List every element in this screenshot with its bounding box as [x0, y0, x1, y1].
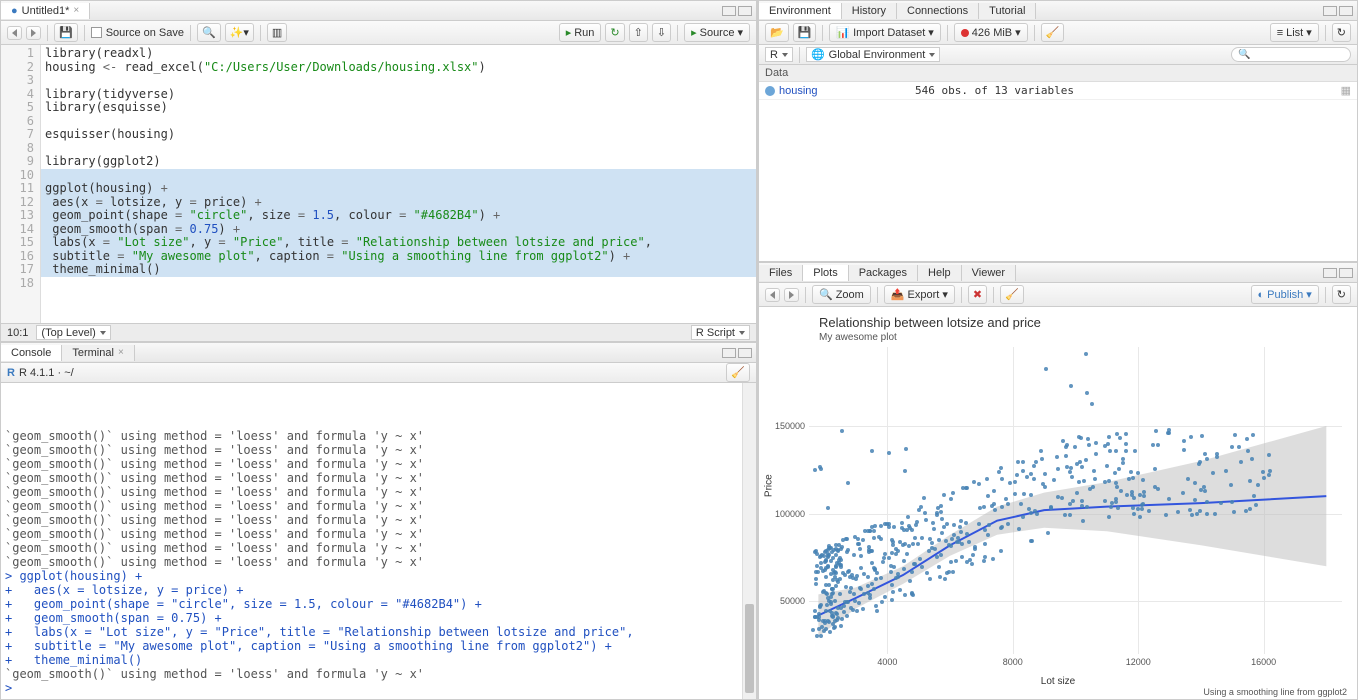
env-toolbar: 📂 💾 📊 Import Dataset ▾ 426 MiB ▾ 🧹 ≡ Lis…: [759, 21, 1357, 45]
plots-tabbar: Files Plots Packages Help Viewer: [759, 263, 1357, 283]
save-workspace-button[interactable]: 💾: [793, 23, 817, 42]
wand-button[interactable]: ✨▾: [225, 23, 254, 42]
filetype-selector[interactable]: R Script: [691, 325, 750, 340]
console-tab[interactable]: Console: [1, 345, 62, 361]
code-editor[interactable]: 123456789101112131415161718 library(read…: [1, 45, 756, 323]
publish-button[interactable]: ◐ Publish ▾: [1251, 285, 1319, 304]
help-tab[interactable]: Help: [918, 265, 962, 281]
plot-caption: Using a smoothing line from ggplot2: [1203, 687, 1347, 697]
packages-tab[interactable]: Packages: [849, 265, 918, 281]
clear-plots-button[interactable]: 🧹: [1000, 285, 1024, 304]
zoom-button[interactable]: 🔍 Zoom: [812, 285, 871, 304]
save-button[interactable]: 💾: [54, 23, 78, 42]
minimize-button[interactable]: [1323, 6, 1337, 16]
env-view-mode[interactable]: ≡ List ▾: [1270, 23, 1319, 42]
history-tab[interactable]: History: [842, 3, 897, 19]
remove-plot-button[interactable]: ✖: [968, 285, 987, 304]
source-on-save-label: Source on Save: [106, 27, 184, 39]
source-statusbar: 10:1 (Top Level) R Script: [1, 323, 756, 341]
down-button[interactable]: ⇩: [652, 23, 671, 42]
refresh-button[interactable]: ↻: [1332, 23, 1351, 42]
x-axis-label: Lot size: [1041, 676, 1075, 687]
terminal-tab[interactable]: Terminal×: [62, 345, 134, 361]
env-section-header: Data: [759, 65, 1357, 82]
maximize-button[interactable]: [738, 348, 752, 358]
tutorial-tab[interactable]: Tutorial: [979, 3, 1036, 19]
report-button[interactable]: ▥: [267, 23, 287, 42]
next-plot-button[interactable]: [784, 288, 799, 302]
maximize-button[interactable]: [1339, 6, 1353, 16]
files-tab[interactable]: Files: [759, 265, 803, 281]
forward-button[interactable]: [26, 26, 41, 40]
console-scrollbar[interactable]: [742, 383, 756, 699]
plots-toolbar: 🔍 Zoom 📤 Export ▾ ✖ 🧹 ◐ Publish ▾ ↻: [759, 283, 1357, 307]
env-scope-bar: R 🌐 Global Environment: [759, 45, 1357, 65]
prev-plot-button[interactable]: [765, 288, 780, 302]
source-button[interactable]: ▸Source ▾: [684, 23, 750, 42]
minimize-button[interactable]: [1323, 268, 1337, 278]
close-icon[interactable]: ×: [118, 347, 124, 358]
env-row[interactable]: housing546 obs. of 13 variables▦: [759, 82, 1357, 100]
environment-tab[interactable]: Environment: [759, 3, 842, 19]
scope-selector[interactable]: (Top Level): [36, 325, 110, 340]
y-axis-label: Price: [764, 474, 775, 497]
viewer-tab[interactable]: Viewer: [962, 265, 1016, 281]
up-button[interactable]: ⇧: [629, 23, 648, 42]
memory-indicator[interactable]: 426 MiB ▾: [954, 23, 1028, 42]
plot-title: Relationship between lotsize and price: [819, 315, 1347, 330]
env-tabbar: Environment History Connections Tutorial: [759, 1, 1357, 21]
maximize-button[interactable]: [738, 6, 752, 16]
import-dataset-button[interactable]: 📊 Import Dataset ▾: [829, 23, 940, 42]
console-prompt-label: R 4.1.1 · ~/: [19, 367, 74, 379]
back-button[interactable]: [7, 26, 22, 40]
cursor-position: 10:1: [7, 327, 28, 339]
env-table: Data housing546 obs. of 13 variables▦: [759, 65, 1357, 261]
console-tabbar: Console Terminal×: [1, 343, 756, 363]
source-on-save-checkbox[interactable]: [91, 27, 102, 38]
env-search-input[interactable]: [1231, 47, 1351, 62]
find-button[interactable]: 🔍: [197, 23, 221, 42]
r-logo-icon: R: [7, 367, 15, 379]
clear-env-button[interactable]: 🧹: [1041, 23, 1065, 42]
env-language-selector[interactable]: R: [765, 47, 793, 62]
source-tab-title: Untitled1*: [22, 5, 70, 17]
export-button[interactable]: 📤 Export ▾: [884, 285, 955, 304]
plot-subtitle: My awesome plot: [819, 332, 1347, 343]
load-workspace-button[interactable]: 📂: [765, 23, 789, 42]
source-toolbar: 💾 Source on Save 🔍 ✨▾ ▥ ▸Run ↻ ⇧ ⇩ ▸Sour…: [1, 21, 756, 45]
console-output[interactable]: `geom_smooth()` using method = 'loess' a…: [1, 383, 756, 699]
rerun-button[interactable]: ↻: [605, 23, 624, 42]
close-icon[interactable]: ×: [73, 5, 79, 16]
clear-console-button[interactable]: 🧹: [726, 363, 750, 382]
refresh-plot-button[interactable]: ↻: [1332, 285, 1351, 304]
plots-tab[interactable]: Plots: [803, 265, 848, 281]
minimize-button[interactable]: [722, 348, 736, 358]
source-tab[interactable]: ● Untitled1* ×: [1, 3, 90, 19]
source-tabbar: ● Untitled1* ×: [1, 1, 756, 21]
maximize-button[interactable]: [1339, 268, 1353, 278]
connections-tab[interactable]: Connections: [897, 3, 979, 19]
minimize-button[interactable]: [722, 6, 736, 16]
run-button[interactable]: ▸Run: [559, 23, 602, 42]
console-toolbar: R R 4.1.1 · ~/ 🧹: [1, 363, 756, 383]
plot-canvas: Relationship between lotsize and price M…: [759, 307, 1357, 699]
env-scope-selector[interactable]: 🌐 Global Environment: [806, 47, 940, 62]
